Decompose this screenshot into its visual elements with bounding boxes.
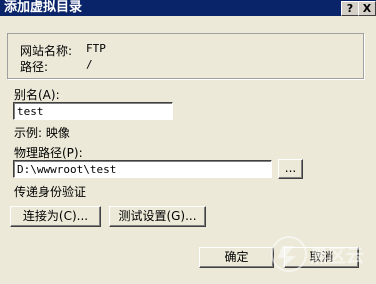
watermark-text: 黑区云 [310, 246, 364, 267]
ok-button[interactable]: 确定 [199, 247, 274, 268]
path-label: 路径: [20, 60, 49, 74]
window-title: 添加虚拟目录 [4, 0, 83, 15]
alias-label: 别名(A): [14, 88, 60, 102]
physical-path-input[interactable]: D:\wwwroot\test [13, 160, 272, 178]
path-value: / [86, 58, 93, 71]
help-button[interactable]: ? [341, 1, 359, 16]
alias-example: 示例: 映像 [14, 126, 70, 140]
browse-button[interactable]: ... [278, 159, 303, 179]
site-name-label: 网站名称: [20, 44, 73, 58]
watermark-logo-icon: 黑区云 [271, 236, 364, 272]
close-button[interactable]: X [358, 1, 376, 16]
alias-input[interactable]: test [13, 102, 173, 120]
test-settings-button[interactable]: 测试设置(G)... [109, 206, 206, 227]
site-name-value: FTP [86, 42, 106, 55]
title-bar: 添加虚拟目录 ? X [0, 0, 376, 16]
connect-as-button[interactable]: 连接为(C)... [10, 206, 101, 227]
watermark-logo: 黑区云 [268, 224, 372, 280]
pass-through-auth-label: 传递身份验证 [14, 185, 87, 199]
physical-path-label: 物理路径(P): [14, 146, 83, 160]
